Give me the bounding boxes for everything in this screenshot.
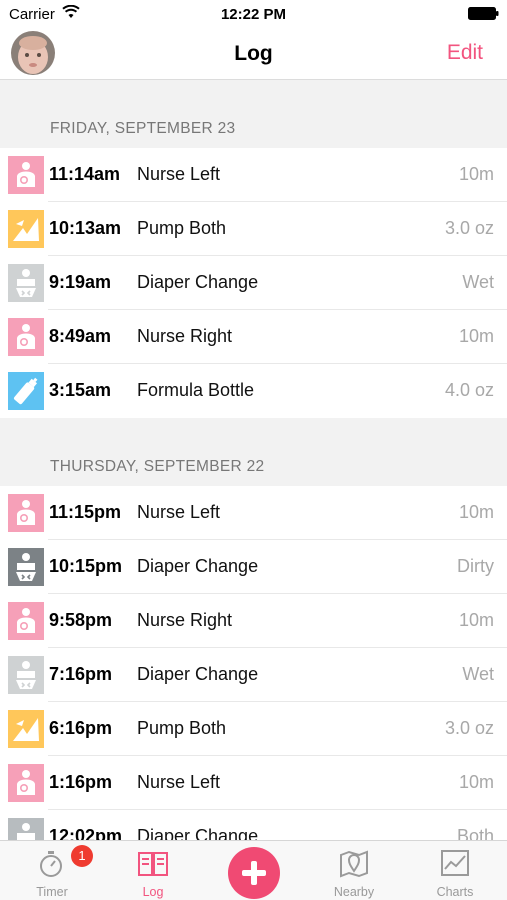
entry-activity: Nurse Right <box>137 326 233 346</box>
tab-timer[interactable]: 1 Timer <box>12 841 93 900</box>
log-entry-row[interactable]: 3:15am Formula Bottle 4.0 oz <box>0 364 507 418</box>
tab-log[interactable]: Log <box>113 841 193 900</box>
diaper-wet-icon <box>8 264 44 302</box>
nav-bar: Log Edit <box>0 28 507 80</box>
entry-time: 11:15pm <box>49 502 122 522</box>
tab-charts[interactable]: Charts <box>415 841 495 900</box>
entry-time: 12:02pm <box>49 826 123 840</box>
entry-time: 10:13am <box>49 218 122 238</box>
pump-icon <box>8 210 44 248</box>
timer-badge: 1 <box>71 845 93 867</box>
entry-time: 3:15am <box>49 380 112 400</box>
nurse-icon <box>8 764 44 802</box>
section-date: FRIDAY, SEPTEMBER 23 <box>50 120 236 137</box>
entry-time: 10:15pm <box>49 556 123 576</box>
tab-nearby-label: Nearby <box>333 885 375 899</box>
diaper-dirty-icon <box>8 548 44 586</box>
tab-log-label: Log <box>142 885 164 899</box>
entry-time: 6:16pm <box>49 718 113 738</box>
log-entry-row[interactable]: 6:16pm Pump Both 3.0 oz <box>0 702 507 756</box>
log-group: 11:15pm Nurse Left 10m 10:15pm Diaper Chang… <box>0 486 507 840</box>
log-entry-row[interactable]: 10:13am Pump Both 3.0 oz <box>0 202 507 256</box>
entry-detail: Wet <box>462 664 494 684</box>
chart-icon <box>441 850 469 876</box>
entry-detail: Dirty <box>457 556 494 576</box>
entry-time: 7:16pm <box>49 664 113 684</box>
entry-activity: Diaper Change <box>137 272 259 292</box>
log-entry-row[interactable]: 11:14am Nurse Left 10m <box>0 148 507 202</box>
section-header: THURSDAY, SEPTEMBER 22 <box>0 418 507 486</box>
entry-activity: Nurse Right <box>137 610 233 630</box>
entry-detail: 10m <box>458 772 494 792</box>
log-entry-row[interactable]: 8:49am Nurse Right 10m <box>0 310 507 364</box>
log-entry-row[interactable]: 12:02pm Diaper Change Both <box>0 810 507 840</box>
nurse-icon <box>8 318 44 356</box>
entry-detail: Both <box>456 826 494 840</box>
log-entry-row[interactable]: 9:19am Diaper Change Wet <box>0 256 507 310</box>
entry-detail: Wet <box>462 272 494 292</box>
entry-time: 1:16pm <box>49 772 113 792</box>
nurse-icon <box>8 494 44 532</box>
entry-detail: 10m <box>458 326 494 346</box>
log-group: 11:14am Nurse Left 10m 10:13am Pump Both 3.0… <box>0 148 507 418</box>
entry-activity: Formula Bottle <box>137 380 255 400</box>
tab-bar: 1 Timer Log Nearby Charts <box>0 840 507 900</box>
entry-activity: Nurse Left <box>137 772 221 792</box>
pump-icon <box>8 710 44 748</box>
entry-activity: Diaper Change <box>137 556 259 576</box>
section-date: THURSDAY, SEPTEMBER 22 <box>50 458 265 475</box>
log-entry-row[interactable]: 7:16pm Diaper Change Wet <box>0 648 507 702</box>
book-icon <box>138 852 168 876</box>
log-entry-row[interactable]: 1:16pm Nurse Left 10m <box>0 756 507 810</box>
entry-time: 9:19am <box>49 272 112 292</box>
entry-activity: Diaper Change <box>137 664 259 684</box>
edit-button[interactable]: Edit <box>447 41 483 65</box>
page-title: Log <box>234 42 273 65</box>
diaper-wet-icon <box>8 656 44 694</box>
log-entry-row[interactable]: 10:15pm Diaper Change Dirty <box>0 540 507 594</box>
add-entry-button[interactable] <box>228 847 280 899</box>
log-entry-row[interactable]: 11:15pm Nurse Left 10m <box>0 486 507 540</box>
status-time: 12:22 PM <box>220 6 287 23</box>
entry-detail: 3.0 oz <box>444 718 494 738</box>
entry-activity: Pump Both <box>137 718 227 738</box>
stopwatch-icon <box>40 851 62 877</box>
tab-timer-label: Timer <box>36 885 68 899</box>
log-entry-row[interactable]: 9:58pm Nurse Right 10m <box>0 594 507 648</box>
entry-activity: Nurse Left <box>137 502 221 522</box>
entry-detail: 10m <box>458 610 494 630</box>
nurse-icon <box>8 602 44 640</box>
section-header: FRIDAY, SEPTEMBER 23 <box>0 80 507 148</box>
entry-activity: Nurse Left <box>137 164 221 184</box>
entry-detail: 10m <box>458 502 494 522</box>
entry-time: 9:58pm <box>49 610 113 630</box>
entry-detail: 4.0 oz <box>444 380 494 400</box>
map-pin-icon <box>340 850 368 878</box>
tab-charts-label: Charts <box>436 885 474 899</box>
battery-icon <box>468 7 499 20</box>
entry-time: 11:14am <box>49 164 121 184</box>
entry-time: 8:49am <box>49 326 112 346</box>
entry-detail: 3.0 oz <box>444 218 494 238</box>
diaper-both-icon <box>8 818 44 840</box>
entry-activity: Pump Both <box>137 218 227 238</box>
bottle-icon <box>8 372 44 410</box>
log-list[interactable]: FRIDAY, SEPTEMBER 23 11:14am Nurse Left 10… <box>0 80 507 840</box>
nurse-icon <box>8 156 44 194</box>
entry-activity: Diaper Change <box>137 826 259 840</box>
entry-detail: 10m <box>458 164 494 184</box>
status-bar: Carrier 12:22 PM <box>0 0 507 28</box>
tab-nearby[interactable]: Nearby <box>314 841 394 900</box>
